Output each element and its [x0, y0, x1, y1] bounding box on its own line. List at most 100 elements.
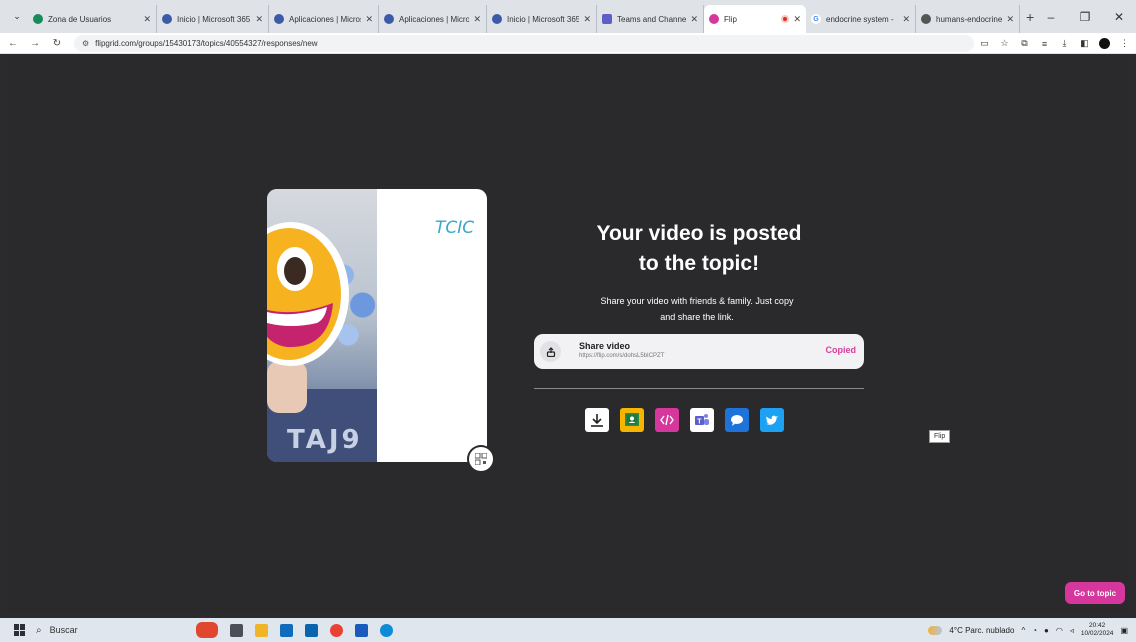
share-icon — [540, 341, 561, 362]
address-bar[interactable]: ⚙ flipgrid.com/groups/15430173/topics/40… — [74, 34, 974, 52]
window-controls: – ❐ ✕ — [1034, 0, 1136, 33]
tab-search-button[interactable]: ⌄ — [6, 6, 28, 28]
copy-link-button[interactable]: Copied — [826, 345, 857, 355]
google-classroom-icon[interactable] — [620, 408, 644, 432]
microphone-icon[interactable]: ● — [1044, 626, 1049, 635]
close-window-icon[interactable]: ✕ — [1102, 10, 1136, 24]
restore-icon[interactable]: ❐ — [1068, 10, 1102, 24]
qr-code-button[interactable] — [469, 447, 493, 471]
url-text: flipgrid.com/groups/15430173/topics/4055… — [95, 38, 318, 48]
word-icon[interactable] — [355, 623, 368, 637]
headline-line-1: Your video is posted — [596, 222, 802, 245]
close-icon[interactable]: ✕ — [583, 14, 591, 25]
tab-humans-endocrine[interactable]: humans-endocrine- ✕ — [916, 5, 1020, 33]
remind-icon[interactable] — [725, 408, 749, 432]
reading-list-icon[interactable]: ≡ — [1039, 39, 1050, 49]
share-link-card[interactable]: Share video https://flip.com/s/dohsL5bIC… — [534, 334, 864, 369]
file-explorer-icon[interactable] — [255, 623, 268, 637]
tab-title: Zona de Usuarios — [48, 14, 112, 24]
windows-taskbar: ⌕ Buscar 4°C Parc. nublado ^ ◔ ● ◠ ◃ 20:… — [0, 618, 1136, 642]
tab-inicio-m365-2[interactable]: Inicio | Microsoft 365 ✕ — [487, 5, 597, 33]
task-view-icon[interactable] — [230, 623, 243, 637]
download-icon[interactable] — [585, 408, 609, 432]
office-icon — [274, 14, 284, 24]
divider — [534, 388, 864, 389]
widget-icon[interactable] — [196, 622, 218, 638]
video-preview[interactable]: TAJ9 TCIC — [267, 189, 487, 462]
tab-title: Teams and Channels — [617, 14, 687, 24]
reload-icon[interactable]: ↻ — [48, 38, 66, 49]
close-icon[interactable]: ✕ — [1006, 14, 1014, 25]
tab-aplicaciones-1[interactable]: Aplicaciones | Micros ✕ — [269, 5, 379, 33]
chrome-icon[interactable] — [330, 623, 343, 637]
edge-icon — [33, 14, 43, 24]
weather-text[interactable]: 4°C Parc. nublado — [949, 626, 1014, 635]
posted-headline: Your video is posted to the topic! — [559, 219, 839, 279]
handwritten-annotation: TCIC — [435, 218, 474, 238]
back-icon[interactable]: ← — [4, 38, 22, 49]
wifi-icon[interactable]: ◠ — [1056, 626, 1063, 635]
tab-endocrine-system[interactable]: G endocrine system - ✕ — [806, 5, 916, 33]
embed-code-icon[interactable] — [655, 408, 679, 432]
close-icon[interactable]: ✕ — [793, 14, 801, 25]
network-icon[interactable]: ◔ — [1032, 626, 1037, 635]
bookmark-star-icon[interactable]: ☆ — [999, 38, 1010, 49]
site-settings-icon[interactable]: ⚙ — [82, 39, 89, 48]
tab-title: Aplicaciones | Micros — [289, 14, 362, 24]
cast-icon[interactable]: ▭ — [979, 38, 990, 49]
side-panel-icon[interactable]: ◧ — [1079, 38, 1090, 49]
profile-avatar[interactable] — [1099, 38, 1110, 49]
close-icon[interactable]: ✕ — [690, 14, 698, 25]
browser-tab-strip: ⌄ Zona de Usuarios ✕ Inicio | Microsoft … — [0, 0, 1136, 33]
mail-icon[interactable] — [305, 623, 318, 637]
system-tray: 4°C Parc. nublado ^ ◔ ● ◠ ◃ 20:42 10/02/… — [928, 618, 1128, 642]
share-video-label: Share video — [579, 341, 631, 351]
subtext-line-2: and share the link. — [660, 312, 734, 322]
download-icon[interactable]: ⤓ — [1059, 38, 1070, 49]
flip-icon — [709, 14, 719, 24]
close-icon[interactable]: ✕ — [255, 14, 263, 25]
chevron-down-icon: ⌄ — [13, 11, 21, 21]
tab-title: Inicio | Microsoft 365 — [177, 14, 251, 24]
minimize-icon[interactable]: – — [1034, 10, 1068, 24]
google-icon: G — [811, 14, 821, 24]
forward-icon[interactable]: → — [26, 38, 44, 49]
svg-text:T: T — [697, 419, 702, 426]
windows-start-icon[interactable] — [14, 624, 26, 636]
chevron-up-icon[interactable]: ^ — [1021, 626, 1025, 635]
globe-icon — [921, 14, 931, 24]
office-icon — [162, 14, 172, 24]
twitter-icon[interactable] — [760, 408, 784, 432]
microsoft-store-icon[interactable] — [280, 623, 293, 637]
svg-text:TCIC: TCIC — [435, 218, 474, 238]
tab-aplicaciones-2[interactable]: Aplicaciones | Micros ✕ — [379, 5, 487, 33]
tab-title: endocrine system - — [826, 14, 894, 24]
search-placeholder: Buscar — [49, 625, 78, 635]
tab-title: Aplicaciones | Micros — [399, 14, 470, 24]
headline-line-2: to the topic! — [638, 252, 760, 275]
tab-flip[interactable]: Flip ✕ — [704, 5, 806, 33]
shirt-text: TAJ9 — [287, 425, 363, 455]
close-icon[interactable]: ✕ — [902, 14, 910, 25]
extensions-icon[interactable]: ⧉ — [1019, 38, 1030, 49]
microsoft-teams-icon[interactable]: T — [690, 408, 714, 432]
clock[interactable]: 20:42 10/02/2024 — [1081, 622, 1114, 638]
office-icon — [492, 14, 502, 24]
notification-icon[interactable]: ▣ — [1120, 626, 1128, 635]
menu-icon[interactable]: ⋮ — [1119, 38, 1130, 49]
edge-icon[interactable] — [380, 623, 393, 637]
tab-zona-usuarios[interactable]: Zona de Usuarios ✕ — [28, 5, 157, 33]
close-icon[interactable]: ✕ — [473, 14, 481, 25]
taskbar-search[interactable]: ⌕ Buscar — [36, 621, 156, 639]
go-to-topic-button[interactable]: Go to topic — [1065, 582, 1125, 604]
volume-icon[interactable]: ◃ — [1070, 626, 1074, 635]
tab-teams-channels[interactable]: Teams and Channels ✕ — [597, 5, 704, 33]
new-tab-button[interactable]: + — [1026, 9, 1034, 25]
tab-title: Inicio | Microsoft 365 — [507, 14, 580, 24]
close-icon[interactable]: ✕ — [143, 14, 151, 25]
close-icon[interactable]: ✕ — [365, 14, 373, 25]
tab-title: Flip — [724, 14, 737, 24]
tab-inicio-m365[interactable]: Inicio | Microsoft 365 ✕ — [157, 5, 269, 33]
tooltip: Flip — [929, 430, 951, 443]
date-text: 10/02/2024 — [1080, 630, 1114, 637]
